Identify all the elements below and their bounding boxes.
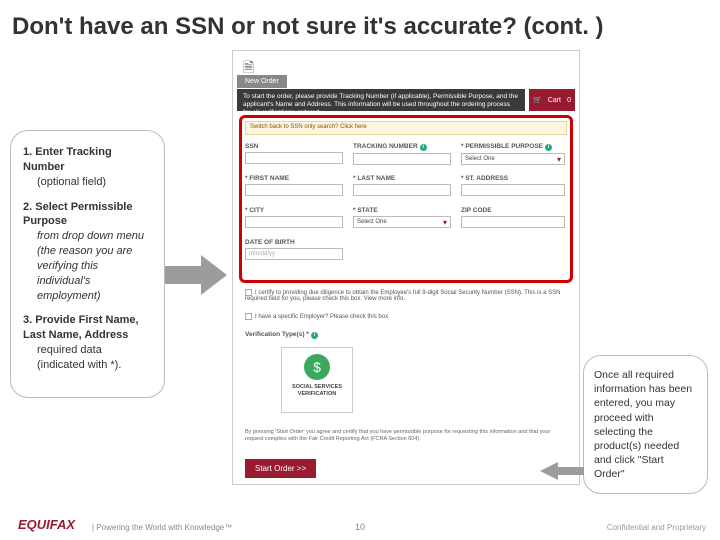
tracking-input[interactable] (353, 153, 451, 165)
label-last: * LAST NAME (353, 175, 451, 182)
cart-icon: 🛒 (533, 96, 542, 104)
step-3: 3. Provide First Name, Last Name, Addres… (23, 313, 152, 372)
step-2: 2. Select Permissible Purpose from drop … (23, 200, 152, 304)
checkbox-certify[interactable]: I certify to providing due diligence to … (245, 289, 567, 302)
checkbox-icon (245, 313, 252, 320)
label-zip: ZIP CODE (461, 207, 565, 214)
tagline: | Powering the World with Knowledge™ (92, 523, 232, 532)
arrow-right-icon (165, 255, 227, 295)
start-order-button[interactable]: Start Order >> (245, 459, 316, 478)
first-name-input[interactable] (245, 184, 343, 196)
zip-input[interactable] (461, 216, 565, 228)
checkbox-icon (245, 289, 252, 296)
intro-text: To start the order, please provide Track… (237, 89, 525, 111)
form-row-1: SSN TRACKING NUMBERi * PERMISSIBLE PURPO… (245, 143, 567, 171)
form-row-2: * FIRST NAME * LAST NAME * ST. ADDRESS (245, 175, 567, 203)
money-bag-icon: $ (304, 354, 330, 380)
confidential-label: Confidential and Proprietary (607, 523, 706, 532)
callout-steps: 1. Enter Tracking Number (optional field… (10, 130, 165, 398)
page-number: 10 (355, 522, 365, 532)
cart-count: 0 (567, 97, 571, 104)
cart-button[interactable]: 🛒 Cart 0 (529, 89, 575, 111)
content: 🗎 New Order To start the order, please p… (0, 50, 720, 490)
slide-title: Don't have an SSN or not sure it's accur… (0, 0, 720, 50)
ssn-input[interactable] (245, 152, 343, 164)
form-row-4: DATE OF BIRTH mm/dd/yy (245, 239, 567, 267)
last-name-input[interactable] (353, 184, 451, 196)
city-input[interactable] (245, 216, 343, 228)
label-state: * STATE (353, 207, 451, 214)
label-city: * CITY (245, 207, 343, 214)
label-dob: DATE OF BIRTH (245, 239, 343, 246)
info-icon[interactable]: i (420, 144, 427, 151)
checkbox-employer[interactable]: I have a specific Employer? Please check… (245, 313, 567, 320)
cart-label: Cart (548, 97, 561, 104)
fine-print: By pressing 'Start Order' you agree and … (245, 429, 567, 443)
label-tracking: TRACKING NUMBERi (353, 143, 451, 151)
state-select[interactable]: Select One▾ (353, 216, 451, 228)
form-row-3: * CITY * STATE Select One▾ ZIP CODE (245, 207, 567, 235)
label-addr: * ST. ADDRESS (461, 175, 565, 182)
tab-new-order: New Order (237, 75, 287, 88)
chevron-down-icon: ▾ (443, 218, 447, 227)
verification-type-label: Verification Type(s) *i (245, 331, 318, 339)
label-first: * FIRST NAME (245, 175, 343, 182)
arrow-left-icon (540, 462, 584, 480)
equifax-logo: EQUIFAX (18, 517, 75, 532)
info-icon[interactable]: i (545, 144, 552, 151)
step-1: 1. Enter Tracking Number (optional field… (23, 145, 152, 190)
tile-label: SOCIAL SERVICES VERIFICATION (282, 384, 352, 397)
footer: EQUIFAX | Powering the World with Knowle… (0, 510, 720, 540)
address-input[interactable] (461, 184, 565, 196)
screenshot: 🗎 New Order To start the order, please p… (232, 50, 580, 485)
dob-input[interactable]: mm/dd/yy (245, 248, 343, 260)
purpose-select[interactable]: Select One▾ (461, 153, 565, 165)
callout-start-order: Once all required information has been e… (583, 355, 708, 494)
label-ssn: SSN (245, 143, 343, 150)
label-purpose: * PERMISSIBLE PURPOSEi (461, 143, 565, 151)
chevron-down-icon: ▾ (557, 155, 561, 164)
verification-tile[interactable]: $ SOCIAL SERVICES VERIFICATION (281, 347, 353, 413)
info-icon[interactable]: i (311, 332, 318, 339)
